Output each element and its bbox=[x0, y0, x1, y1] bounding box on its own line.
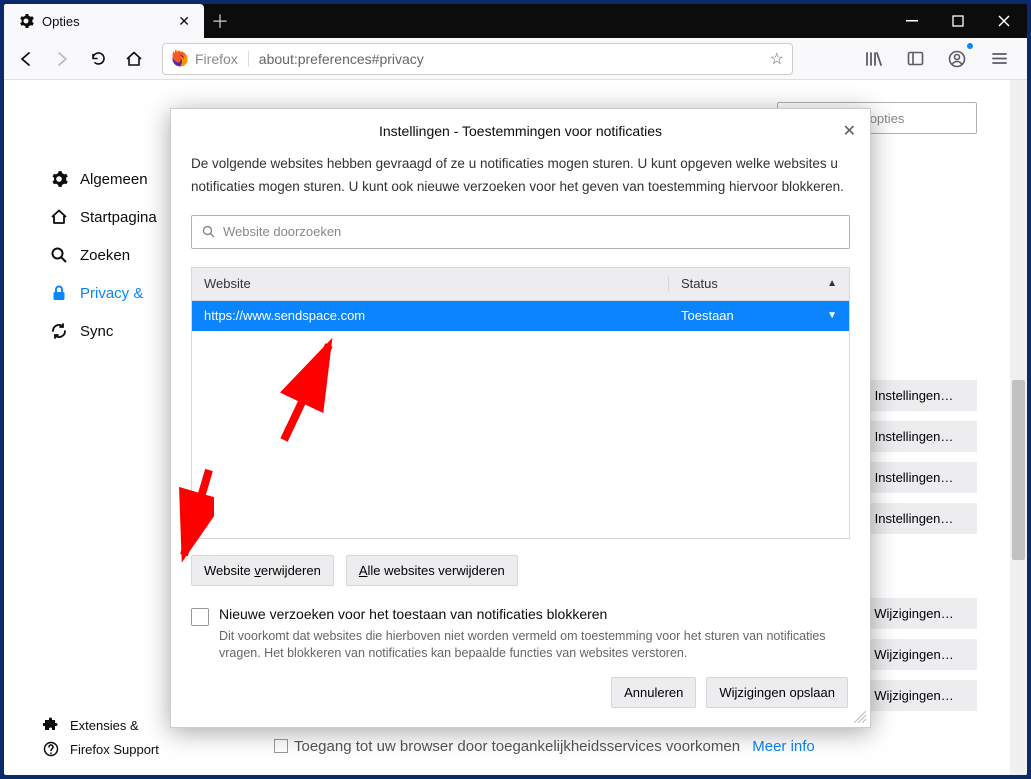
sidebar-item-label: Privacy & bbox=[80, 285, 143, 302]
chevron-down-icon: ▼ bbox=[827, 310, 837, 321]
dialog-title-bar: Instellingen - Toestemmingen voor notifi… bbox=[171, 109, 870, 153]
url-identity[interactable]: Firefox bbox=[195, 51, 249, 67]
sidebar-item-label: Zoeken bbox=[80, 247, 130, 264]
resize-handle-icon[interactable] bbox=[854, 711, 866, 723]
url-text: about:preferences#privacy bbox=[259, 51, 770, 67]
remove-all-websites-button[interactable]: Alle websites verwijderen bbox=[346, 555, 518, 586]
content-area: Zoeken in opties Algemeen Startpagina Zo… bbox=[4, 80, 1027, 775]
block-new-requests-row: Nieuwe verzoeken voor het toestaan van n… bbox=[191, 606, 850, 663]
search-icon bbox=[48, 246, 70, 264]
minimize-button[interactable] bbox=[889, 4, 935, 38]
gear-icon bbox=[18, 13, 34, 29]
home-button[interactable] bbox=[118, 43, 150, 75]
list-actions: Website verwijderen Alle websites verwij… bbox=[191, 555, 850, 586]
sidebar-item-label: Startpagina bbox=[80, 209, 157, 226]
library-icon[interactable] bbox=[857, 43, 889, 75]
account-icon[interactable] bbox=[941, 43, 973, 75]
window-controls bbox=[889, 4, 1027, 38]
maximize-button[interactable] bbox=[935, 4, 981, 38]
back-button[interactable] bbox=[10, 43, 42, 75]
bottom-links: Extensies & Firefox Support bbox=[40, 717, 159, 757]
column-status[interactable]: Status▲ bbox=[669, 276, 849, 291]
dialog-title: Instellingen - Toestemmingen voor notifi… bbox=[379, 123, 662, 139]
toolbar-right bbox=[857, 43, 1021, 75]
bookmark-star-icon[interactable]: ☆ bbox=[770, 49, 784, 69]
puzzle-icon bbox=[40, 717, 62, 733]
dialog-close-icon[interactable]: ✕ bbox=[843, 121, 856, 141]
extensions-link[interactable]: Extensies & bbox=[40, 717, 159, 733]
website-list[interactable]: https://www.sendspace.com Toestaan ▼ bbox=[191, 301, 850, 539]
extensions-label: Extensies & bbox=[70, 718, 139, 733]
website-search-box[interactable] bbox=[191, 215, 850, 249]
gear-icon bbox=[48, 170, 70, 188]
block-requests-label: Nieuwe verzoeken voor het toestaan van n… bbox=[219, 606, 850, 622]
new-tab-button[interactable]: ＋ bbox=[204, 4, 236, 38]
website-url: https://www.sendspace.com bbox=[192, 308, 669, 323]
sidebar-icon[interactable] bbox=[899, 43, 931, 75]
website-status-value: Toestaan bbox=[681, 308, 734, 323]
sync-icon bbox=[48, 322, 70, 340]
remove-website-button[interactable]: Website verwijderen bbox=[191, 555, 334, 586]
sidebar-item-label: Sync bbox=[80, 323, 113, 340]
more-info-link[interactable]: Meer info bbox=[752, 738, 815, 755]
block-requests-checkbox[interactable] bbox=[191, 608, 209, 626]
app-window: Opties ✕ ＋ Firefox about:preferences#pri… bbox=[4, 4, 1027, 775]
scrollbar[interactable] bbox=[1010, 80, 1027, 775]
reload-button[interactable] bbox=[82, 43, 114, 75]
website-status-dropdown[interactable]: Toestaan ▼ bbox=[669, 308, 849, 323]
tab-title: Opties bbox=[42, 14, 174, 29]
website-search-input[interactable] bbox=[223, 224, 839, 239]
permissions-dialog: Instellingen - Toestemmingen voor notifi… bbox=[170, 108, 871, 728]
block-requests-help: Dit voorkomt dat websites die hierboven … bbox=[219, 628, 850, 663]
forward-button[interactable] bbox=[46, 43, 78, 75]
website-list-row[interactable]: https://www.sendspace.com Toestaan ▼ bbox=[192, 301, 849, 331]
support-link[interactable]: Firefox Support bbox=[40, 741, 159, 757]
cancel-button[interactable]: Annuleren bbox=[611, 677, 696, 708]
dialog-body: De volgende websites hebben gevraagd of … bbox=[171, 153, 870, 708]
help-icon bbox=[40, 741, 62, 757]
firefox-icon bbox=[171, 50, 189, 68]
search-icon bbox=[202, 225, 215, 238]
scroll-thumb[interactable] bbox=[1012, 380, 1025, 560]
titlebar: Opties ✕ ＋ bbox=[4, 4, 1027, 38]
column-website[interactable]: Website bbox=[192, 276, 669, 291]
list-header: Website Status▲ bbox=[191, 267, 850, 301]
home-icon bbox=[48, 208, 70, 226]
preferences-root: Zoeken in opties Algemeen Startpagina Zo… bbox=[4, 80, 1027, 775]
sidebar-item-label: Algemeen bbox=[80, 171, 148, 188]
dialog-description: De volgende websites hebben gevraagd of … bbox=[191, 153, 850, 199]
sort-ascending-icon: ▲ bbox=[827, 278, 837, 289]
accessibility-checkbox[interactable] bbox=[274, 739, 288, 753]
toolbar: Firefox about:preferences#privacy ☆ bbox=[4, 38, 1027, 80]
menu-icon[interactable] bbox=[983, 43, 1015, 75]
window-close-button[interactable] bbox=[981, 4, 1027, 38]
save-button[interactable]: Wijzigingen opslaan bbox=[706, 677, 848, 708]
dialog-footer: Annuleren Wijzigingen opslaan bbox=[191, 677, 850, 708]
browser-tab[interactable]: Opties ✕ bbox=[4, 4, 204, 38]
url-bar[interactable]: Firefox about:preferences#privacy ☆ bbox=[162, 43, 793, 75]
accessibility-text: Toegang tot uw browser door toegankelijk… bbox=[294, 738, 815, 755]
close-icon[interactable]: ✕ bbox=[174, 11, 194, 32]
support-label: Firefox Support bbox=[70, 742, 159, 757]
lock-icon bbox=[48, 284, 70, 302]
